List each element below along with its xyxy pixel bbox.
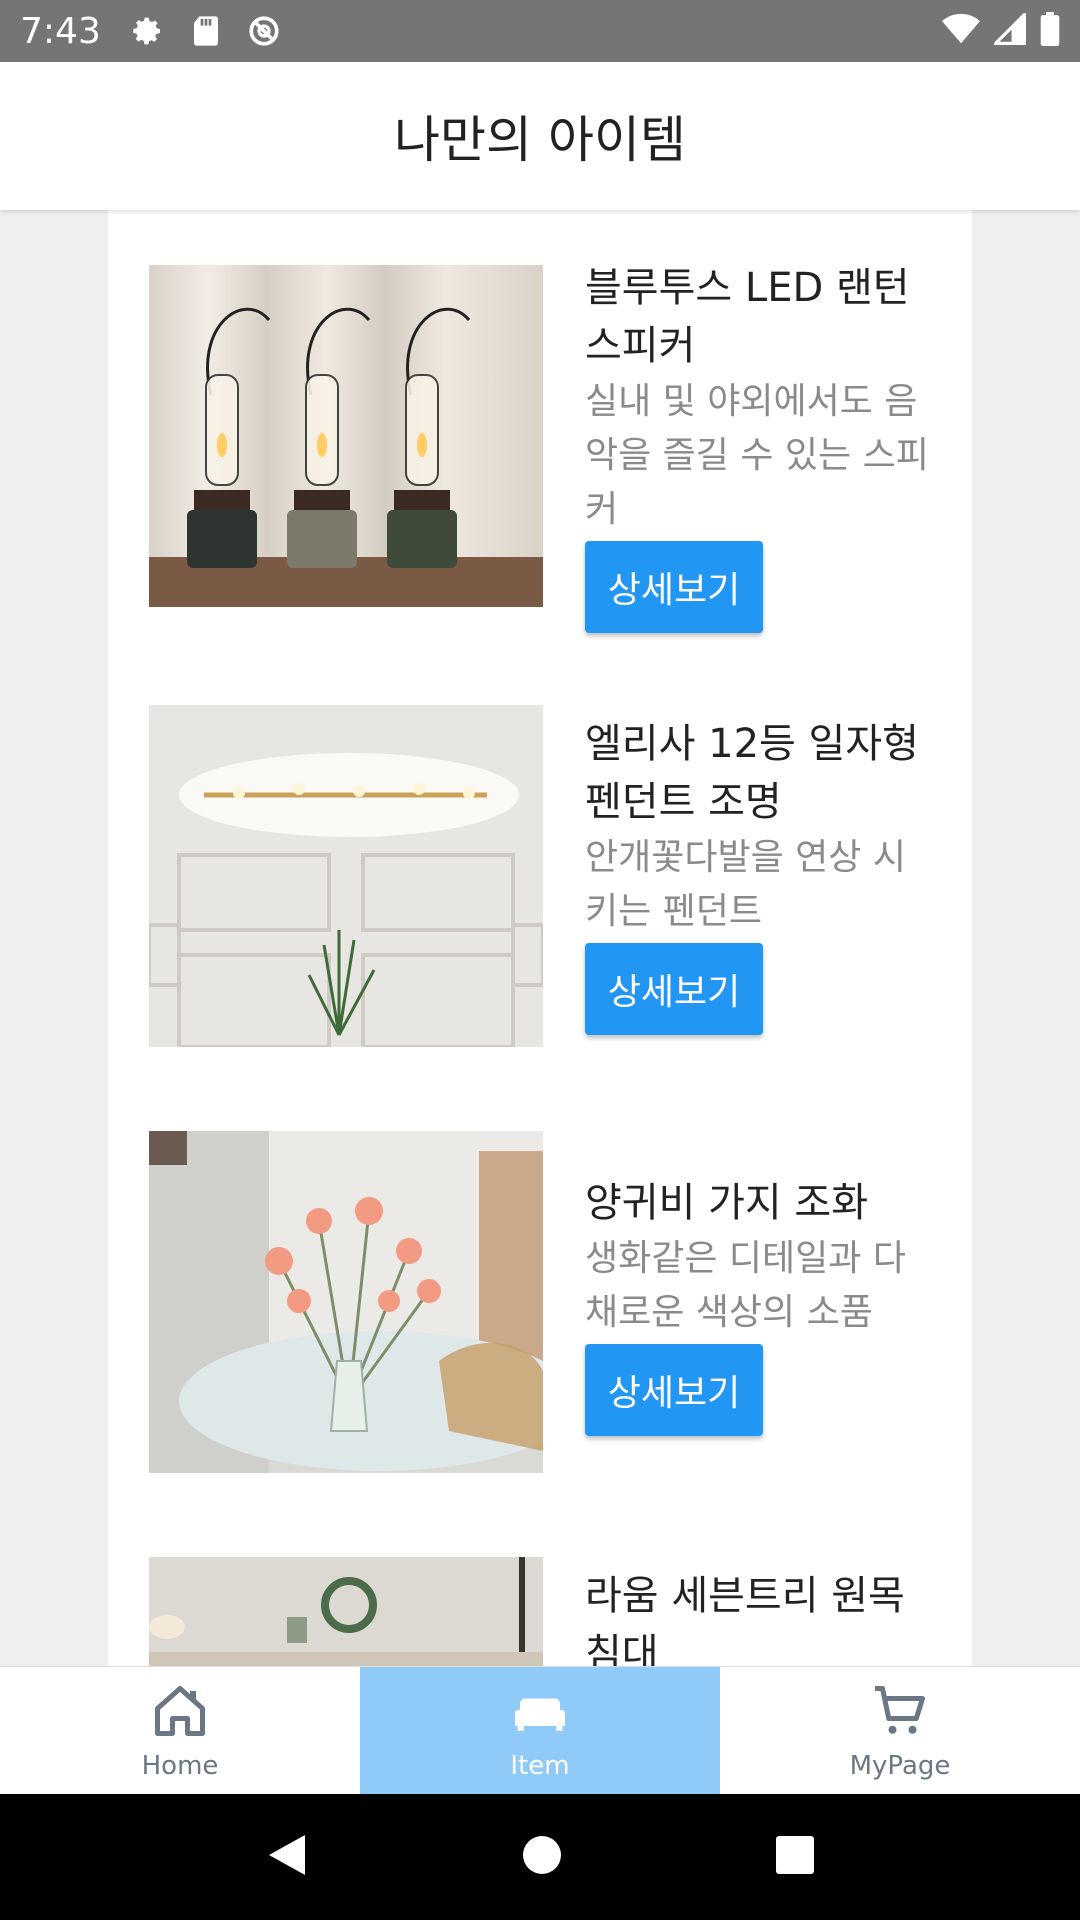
list-item: 라움 세븐트리 원목 침대 [149,1557,939,1666]
sync-off-icon [247,14,281,48]
nav-label: Home [141,1750,219,1781]
status-time: 7:43 [20,10,101,52]
signal-icon [991,10,1026,49]
cart-icon [869,1681,931,1745]
item-name: 양귀비 가지 조화 [585,1180,869,1226]
page-title: 나만의 아이템 [394,111,686,169]
nav-home[interactable]: Home [0,1667,360,1794]
nav-label: Item [510,1750,570,1781]
item-description: 생화같은 디테일과 다채로운 색상의 소품 [585,1238,906,1333]
item-list[interactable]: 블루투스 LED 랜턴 스피커 실내 및 야외에서도 음악을 즐길 수 있는 스… [0,210,1080,1666]
nav-item[interactable]: Item [360,1667,720,1794]
app-header: 나만의 아이템 [0,62,1080,210]
detail-button[interactable]: 상세보기 [585,943,763,1035]
list-item: 양귀비 가지 조화 생화같은 디테일과 다채로운 색상의 소품 상세보기 [149,1131,939,1491]
item-image[interactable] [149,1557,543,1666]
battery-icon [1040,12,1060,50]
item-list-panel: 블루투스 LED 랜턴 스피커 실내 및 야외에서도 음악을 즐길 수 있는 스… [108,210,972,1666]
item-text: 엘리사 12등 일자형 펜던트 조명 안개꽃다발을 연상 시키는 펜던트 상세보… [585,715,939,1035]
item-description: 실내 및 야외에서도 음악을 즐길 수 있는 스피커 [585,381,929,530]
item-text: 양귀비 가지 조화 생화같은 디테일과 다채로운 색상의 소품 상세보기 [585,1174,939,1436]
item-name: 라움 세븐트리 원목 침대 [585,1573,905,1666]
gear-icon [131,14,165,48]
sd-card-icon [189,14,223,48]
back-icon[interactable] [265,1831,309,1883]
bottom-nav: Home Item MyPage [0,1666,1080,1794]
item-text: 라움 세븐트리 원목 침대 [585,1567,939,1666]
recents-icon[interactable] [775,1835,815,1879]
item-name: 엘리사 12등 일자형 펜던트 조명 [585,721,919,825]
wifi-icon [942,13,980,49]
list-item: 블루투스 LED 랜턴 스피커 실내 및 야외에서도 음악을 즐길 수 있는 스… [149,265,939,633]
detail-button[interactable]: 상세보기 [585,541,763,633]
item-text: 블루투스 LED 랜턴 스피커 실내 및 야외에서도 음악을 즐길 수 있는 스… [585,259,939,633]
system-nav-bar [0,1794,1080,1920]
item-image[interactable] [149,1131,543,1473]
detail-button[interactable]: 상세보기 [585,1344,763,1436]
item-image[interactable] [149,705,543,1047]
nav-label: MyPage [849,1750,951,1781]
home-button-icon[interactable] [520,1833,564,1881]
item-description: 안개꽃다발을 연상 시키는 펜던트 [585,837,906,932]
list-item: 엘리사 12등 일자형 펜던트 조명 안개꽃다발을 연상 시키는 펜던트 상세보… [149,705,939,1065]
status-right-group [942,10,1060,50]
bed-icon [509,1681,571,1745]
item-name: 블루투스 LED 랜턴 스피커 [585,265,910,369]
home-icon [149,1681,211,1745]
item-image[interactable] [149,265,543,607]
status-bar: 7:43 [0,0,1080,62]
nav-mypage[interactable]: MyPage [720,1667,1080,1794]
